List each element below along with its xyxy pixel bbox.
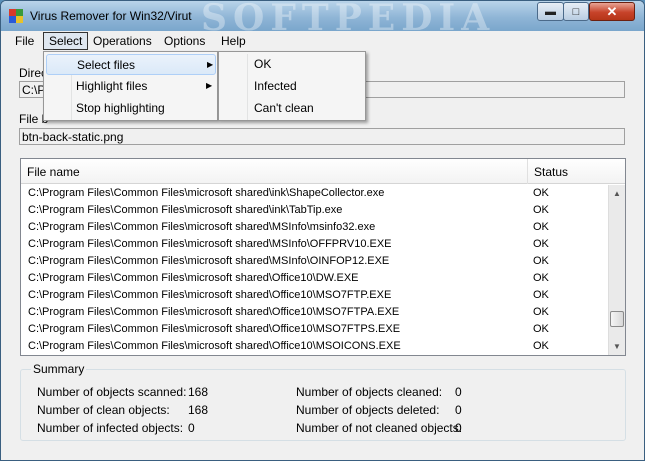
clean-value: 168 <box>188 403 209 417</box>
not-cleaned-value: 0 <box>455 421 462 435</box>
infected-label: Number of infected objects: <box>37 421 184 435</box>
title-bar[interactable]: Virus Remover for Win32/Virut SOFTPEDIA … <box>1 1 644 39</box>
chevron-right-icon: ▶ <box>206 81 213 90</box>
chevron-right-icon: ▶ <box>207 60 214 69</box>
select-menu-dropdown: Select files ▶ Highlight files ▶ Stop hi… <box>43 51 218 121</box>
file-name-cell: C:\Program Files\Common Files\microsoft … <box>28 289 392 301</box>
deleted-value: 0 <box>455 403 462 417</box>
clean-label: Number of clean objects: <box>37 403 170 417</box>
close-icon: ✕ <box>606 3 618 19</box>
menu-select[interactable]: Select <box>43 32 89 50</box>
status-cell: OK <box>533 340 549 352</box>
summary-group: Summary Number of objects scanned: 168 N… <box>20 362 626 441</box>
submenu-item-label: Infected <box>254 79 297 93</box>
submenu-item-ok[interactable]: OK <box>221 54 363 75</box>
submenu-item-infected[interactable]: Infected <box>221 76 363 97</box>
menu-help[interactable]: Help <box>215 32 252 50</box>
scanned-label: Number of objects scanned: <box>37 385 187 399</box>
menu-item-select-files[interactable]: Select files ▶ <box>46 54 216 75</box>
table-row[interactable]: C:\Program Files\Common Files\microsoft … <box>21 253 608 270</box>
list-rows: C:\Program Files\Common Files\microsoft … <box>21 185 608 355</box>
file-being-field[interactable]: btn-back-static.png <box>19 128 625 145</box>
cleaned-label: Number of objects cleaned: <box>296 385 443 399</box>
status-cell: OK <box>533 272 549 284</box>
file-name-cell: C:\Program Files\Common Files\microsoft … <box>28 187 385 199</box>
column-header-status[interactable]: Status <box>528 159 608 184</box>
status-cell: OK <box>533 238 549 250</box>
status-cell: OK <box>533 306 549 318</box>
file-name-cell: C:\Program Files\Common Files\microsoft … <box>28 272 359 284</box>
file-name-cell: C:\Program Files\Common Files\microsoft … <box>28 221 376 233</box>
submenu-item-cant-clean[interactable]: Can't clean <box>221 98 363 119</box>
minimize-icon: ▬ <box>545 5 556 18</box>
table-row[interactable]: C:\Program Files\Common Files\microsoft … <box>21 202 608 219</box>
file-name-cell: C:\Program Files\Common Files\microsoft … <box>28 238 392 250</box>
list-header: File name Status <box>21 159 625 184</box>
table-row[interactable]: C:\Program Files\Common Files\microsoft … <box>21 338 608 355</box>
status-cell: OK <box>533 323 549 335</box>
submenu-item-label: OK <box>254 57 272 71</box>
minimize-button[interactable]: ▬ <box>537 2 564 21</box>
maximize-button[interactable]: □ <box>563 2 589 21</box>
menu-bar: File Select Operations Options Help <box>8 31 638 50</box>
menu-item-highlight-files[interactable]: Highlight files ▶ <box>46 76 216 97</box>
summary-title: Summary <box>31 362 87 376</box>
table-row[interactable]: C:\Program Files\Common Files\microsoft … <box>21 321 608 338</box>
status-cell: OK <box>533 221 549 233</box>
file-name-cell: C:\Program Files\Common Files\microsoft … <box>28 255 390 267</box>
directory-value: C:\P <box>22 83 46 97</box>
menu-options[interactable]: Options <box>158 32 211 50</box>
table-row[interactable]: C:\Program Files\Common Files\microsoft … <box>21 185 608 202</box>
status-cell: OK <box>533 255 549 267</box>
menu-item-label: Highlight files <box>76 79 148 93</box>
status-cell: OK <box>533 289 549 301</box>
menu-item-stop-highlighting[interactable]: Stop highlighting <box>46 98 216 119</box>
deleted-label: Number of objects deleted: <box>296 403 440 417</box>
chevron-up-icon[interactable]: ▲ <box>609 185 625 202</box>
maximize-icon: □ <box>572 5 580 18</box>
app-shield-icon <box>9 9 23 23</box>
status-cell: OK <box>533 204 549 216</box>
file-name-cell: C:\Program Files\Common Files\microsoft … <box>28 340 401 352</box>
file-name-cell: C:\Program Files\Common Files\microsoft … <box>28 306 400 318</box>
table-row[interactable]: C:\Program Files\Common Files\microsoft … <box>21 270 608 287</box>
file-name-cell: C:\Program Files\Common Files\microsoft … <box>28 204 343 216</box>
vertical-scrollbar[interactable]: ▲ ▼ <box>608 185 625 355</box>
menu-operations[interactable]: Operations <box>87 32 158 50</box>
table-row[interactable]: C:\Program Files\Common Files\microsoft … <box>21 287 608 304</box>
status-cell: OK <box>533 187 549 199</box>
file-being-value: btn-back-static.png <box>22 130 124 144</box>
window-title: Virus Remover for Win32/Virut <box>30 9 192 23</box>
scroll-thumb[interactable] <box>610 311 624 327</box>
file-name-cell: C:\Program Files\Common Files\microsoft … <box>28 323 401 335</box>
table-row[interactable]: C:\Program Files\Common Files\microsoft … <box>21 304 608 321</box>
table-row[interactable]: C:\Program Files\Common Files\microsoft … <box>21 219 608 236</box>
menu-item-label: Select files <box>77 58 136 72</box>
select-files-submenu: OK Infected Can't clean <box>218 51 366 121</box>
chevron-down-icon[interactable]: ▼ <box>609 338 625 355</box>
infected-value: 0 <box>188 421 195 435</box>
table-row[interactable]: C:\Program Files\Common Files\microsoft … <box>21 236 608 253</box>
cleaned-value: 0 <box>455 385 462 399</box>
menu-file[interactable]: File <box>9 32 40 50</box>
scanned-value: 168 <box>188 385 209 399</box>
submenu-item-label: Can't clean <box>254 101 314 115</box>
column-header-file-name[interactable]: File name <box>21 159 528 184</box>
close-button[interactable]: ✕ <box>589 2 635 21</box>
not-cleaned-label: Number of not cleaned objects: <box>296 421 463 435</box>
app-window: Virus Remover for Win32/Virut SOFTPEDIA … <box>0 0 645 461</box>
file-list[interactable]: File name Status C:\Program Files\Common… <box>20 158 626 356</box>
menu-item-label: Stop highlighting <box>76 101 165 115</box>
